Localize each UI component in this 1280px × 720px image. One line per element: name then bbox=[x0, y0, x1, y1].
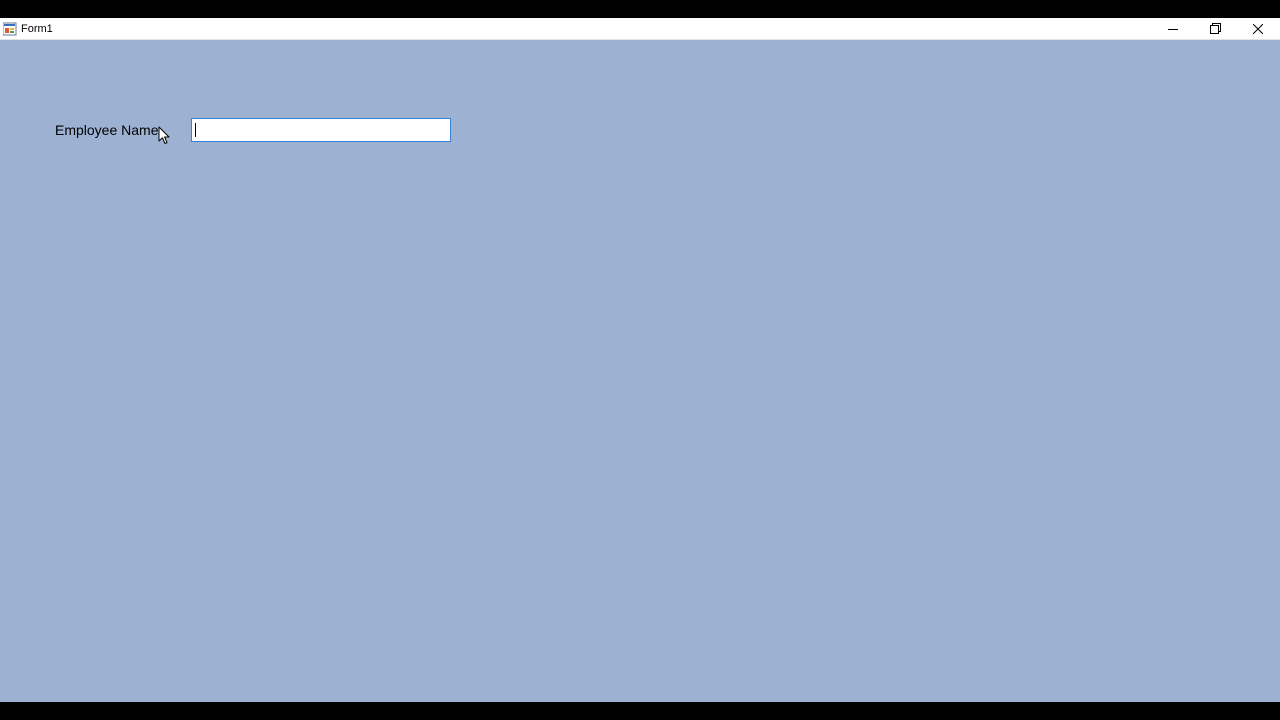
minimize-icon bbox=[1168, 24, 1178, 34]
minimize-button[interactable] bbox=[1151, 18, 1195, 39]
restore-button[interactable] bbox=[1193, 18, 1237, 39]
text-caret bbox=[195, 123, 196, 137]
employee-name-input[interactable] bbox=[191, 118, 451, 142]
employee-name-label: Employee Name bbox=[55, 122, 159, 138]
restore-icon bbox=[1209, 23, 1221, 34]
window-title: Form1 bbox=[21, 23, 53, 35]
close-icon bbox=[1253, 23, 1263, 34]
form-window: Form1 Employee Name bbox=[0, 18, 1280, 702]
close-button[interactable] bbox=[1236, 18, 1280, 39]
app-icon bbox=[2, 22, 17, 36]
screen: Form1 Employee Name bbox=[0, 0, 1280, 720]
form-client-area: Employee Name bbox=[0, 40, 1280, 702]
title-bar[interactable]: Form1 bbox=[0, 18, 1280, 40]
